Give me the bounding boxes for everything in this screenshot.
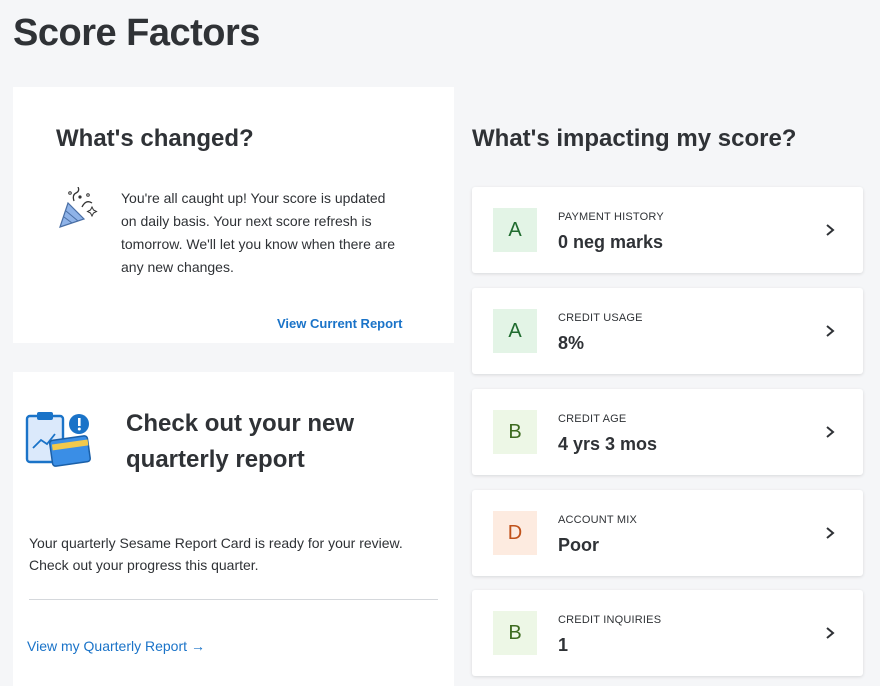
factor-value: Poor xyxy=(558,535,600,555)
factor-value: 8% xyxy=(558,333,585,353)
chevron-right-icon xyxy=(826,527,835,539)
grade-badge: B xyxy=(493,611,537,655)
quarterly-report-message: Your quarterly Sesame Report Card is rea… xyxy=(29,535,403,573)
chevron-right-icon xyxy=(826,325,835,337)
whats-changed-card: What's changed? You're all caught up! Yo… xyxy=(13,87,454,343)
factor-payment-history[interactable]: A PAYMENT HISTORY 0 neg marks xyxy=(472,187,863,273)
arrow-right-icon: → xyxy=(191,638,206,654)
impact-heading: What's impacting my score? xyxy=(472,125,797,152)
factor-value: 0 neg marks xyxy=(558,232,664,252)
report-card-icon xyxy=(25,412,91,467)
chevron-right-icon xyxy=(826,426,835,438)
grade-badge: D xyxy=(493,511,537,555)
grade-badge: A xyxy=(493,309,537,353)
factor-value: 4 yrs 3 mos xyxy=(558,434,658,454)
whats-changed-heading: What's changed? xyxy=(56,125,254,152)
chevron-right-icon xyxy=(826,224,835,236)
quarterly-report-heading: Check out your new quarterly report xyxy=(126,410,355,473)
quarterly-report-card: Check out your new quarterly report Your… xyxy=(13,372,454,686)
divider xyxy=(29,599,438,600)
factor-label: PAYMENT HISTORY xyxy=(558,211,664,223)
factor-credit-inquiries[interactable]: B CREDIT INQUIRIES 1 xyxy=(472,590,863,676)
page-title: Score Factors xyxy=(13,12,260,54)
factor-credit-age[interactable]: B CREDIT AGE 4 yrs 3 mos xyxy=(472,389,863,475)
chevron-right-icon xyxy=(826,627,835,639)
factor-value: 1 xyxy=(558,635,569,655)
grade-badge: A xyxy=(493,208,537,252)
view-quarterly-report-link[interactable]: View my Quarterly Report → xyxy=(27,638,205,654)
party-popper-icon xyxy=(59,187,98,228)
factor-label: CREDIT AGE xyxy=(558,413,627,425)
factor-account-mix[interactable]: D ACCOUNT MIX Poor xyxy=(472,490,863,576)
factor-credit-usage[interactable]: A CREDIT USAGE 8% xyxy=(472,288,863,374)
factor-label: CREDIT INQUIRIES xyxy=(558,614,662,626)
whats-changed-message: You're all caught up! Your score is upda… xyxy=(121,190,395,275)
view-current-report-link[interactable]: View Current Report xyxy=(277,316,402,331)
grade-badge: B xyxy=(493,410,537,454)
factor-label: ACCOUNT MIX xyxy=(558,514,638,526)
view-quarterly-report-label: View my Quarterly Report xyxy=(27,638,188,654)
factor-label: CREDIT USAGE xyxy=(558,312,643,324)
